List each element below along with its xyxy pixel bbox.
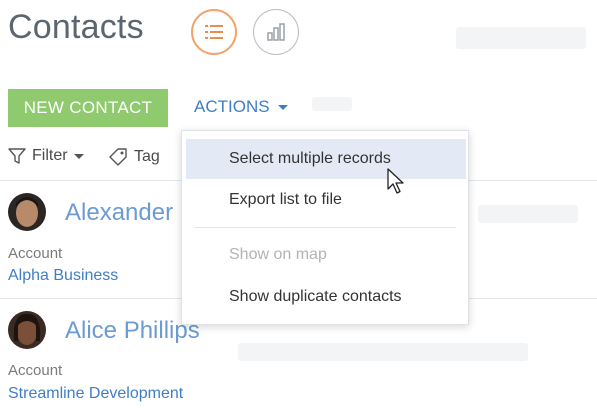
account-link[interactable]: Alpha Business: [8, 267, 118, 285]
list-view-icon: [205, 25, 223, 39]
chevron-down-icon: [277, 104, 288, 110]
menu-item-show-duplicates[interactable]: Show duplicate contacts: [182, 277, 468, 317]
row-placeholder: [478, 205, 578, 223]
tag-label: Tag: [134, 148, 160, 165]
toolbar-placeholder: [312, 97, 352, 111]
row-placeholder: [238, 343, 528, 361]
account-label: Account: [8, 362, 63, 379]
chart-view-icon: [267, 23, 285, 41]
header-placeholder: [456, 27, 586, 49]
page-title: Contacts: [8, 8, 144, 46]
tag-icon: [109, 148, 127, 166]
mouse-cursor-icon: [387, 168, 404, 194]
new-contact-button[interactable]: NEW CONTACT: [8, 89, 168, 127]
account-label: Account: [8, 245, 63, 262]
menu-divider: [194, 227, 456, 228]
menu-item-select-multiple[interactable]: Select multiple records: [186, 139, 466, 179]
menu-item-show-on-map[interactable]: Show on map: [182, 235, 468, 275]
actions-button[interactable]: ACTIONS: [194, 97, 288, 117]
contact-name[interactable]: Alexander: [65, 199, 173, 227]
tag-button[interactable]: Tag: [108, 147, 160, 167]
funnel-icon: [8, 148, 26, 164]
actions-dropdown-menu: Select multiple records Export list to f…: [181, 130, 469, 325]
avatar: [8, 193, 46, 231]
filter-label: Filter: [32, 147, 68, 164]
list-view-button[interactable]: [191, 9, 237, 55]
avatar: [8, 311, 46, 349]
actions-label: ACTIONS: [194, 97, 270, 116]
contact-name[interactable]: Alice Phillips: [65, 317, 200, 345]
account-link[interactable]: Streamline Development: [8, 385, 183, 403]
filter-chevron-icon: [73, 153, 84, 159]
menu-item-export-list[interactable]: Export list to file: [182, 180, 468, 220]
chart-view-button[interactable]: [253, 9, 299, 55]
filter-button[interactable]: Filter: [8, 147, 84, 165]
